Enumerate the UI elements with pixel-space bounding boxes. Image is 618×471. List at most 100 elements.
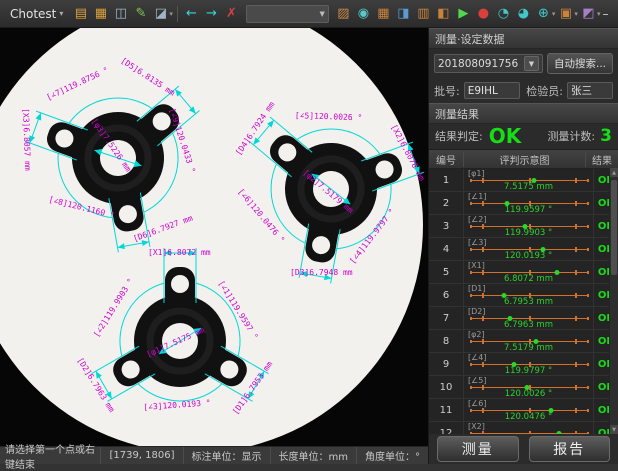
table-scrollbar[interactable]: ▲ ▼ <box>609 168 618 434</box>
panel-buttons: 测量 报告 <box>429 434 618 464</box>
row-number: 6 <box>429 284 464 306</box>
dataset-select[interactable]: 201808091756 ▼ <box>434 54 543 73</box>
table-row[interactable]: 12[X2]OK <box>429 422 618 434</box>
measurement-canvas[interactable]: [D5]6.8135 mm[∠7]119.8756 °[∠9]120.0433 … <box>0 28 428 446</box>
tolerance-bar <box>470 410 587 411</box>
feature-label: [∠1] <box>468 192 487 201</box>
display-icon[interactable]: ◨ <box>394 4 413 23</box>
table-row[interactable]: 9[∠4]119.9797 °OK <box>429 353 618 376</box>
measured-value: 6.7963 mm <box>464 320 593 330</box>
tolerance-bar <box>470 249 587 250</box>
minimize-button[interactable]: – <box>602 8 608 20</box>
dataset-value: 201808091756 <box>438 58 524 70</box>
row-number: 2 <box>429 192 464 214</box>
feature-label: [φ1] <box>468 169 485 178</box>
delete-icon[interactable]: ✗ <box>222 4 241 23</box>
table-row[interactable]: 6[D1]6.7953 mmOK <box>429 284 618 307</box>
table-row[interactable]: 3[∠2]119.9903 °OK <box>429 215 618 238</box>
row-number: 9 <box>429 353 464 375</box>
results-table: 编号 评判示意图 结果 1[φ1]7.5175 mmOK2[∠1]119.959… <box>429 149 618 434</box>
chevron-down-icon[interactable]: ▾ <box>552 10 556 18</box>
edit-icon[interactable]: ✎ <box>131 4 150 23</box>
inspector-label: 检验员: <box>526 83 563 99</box>
judgment-label: 结果判定: <box>435 128 483 144</box>
measure-icon[interactable]: ▥ <box>414 4 433 23</box>
app-menu[interactable]: Chotest ▾ <box>4 5 69 23</box>
tolerance-bar <box>470 226 587 227</box>
play-icon[interactable]: ▶ <box>454 4 473 23</box>
statusbar: 请选择第一个点或右键结束 [1739, 1806] 标注单位：显示 长度单位：m… <box>0 446 428 464</box>
titlebar: Chotest ▾ ▤▦◫✎◪▾←→✗▼▨◉▦◨▥◧▶●◔◕⊕▾▣▾◩▾ –▢× <box>0 0 618 28</box>
table-row[interactable]: 11[∠6]120.0476 °OK <box>429 399 618 422</box>
grid-icon[interactable]: ▦ <box>374 4 393 23</box>
zoom-icon[interactable]: ◉ <box>354 4 373 23</box>
tolerance-diagram: [∠6]120.0476 ° <box>464 399 594 421</box>
feature-label: [D2] <box>468 307 486 316</box>
chevron-down-icon[interactable]: ▾ <box>169 10 173 18</box>
open-folder-icon[interactable]: ▦ <box>91 4 110 23</box>
annotation-unit[interactable]: 标注单位：显示 <box>183 447 270 464</box>
toolbar-separator <box>177 6 178 22</box>
tolerance-bar <box>470 364 587 365</box>
save-icon[interactable]: ◫ <box>111 4 130 23</box>
record-icon[interactable]: ● <box>474 4 493 23</box>
toolbar: ▤▦◫✎◪▾←→✗▼▨◉▦◨▥◧▶●◔◕⊕▾▣▾◩▾ <box>71 4 600 23</box>
row-number: 10 <box>429 376 464 398</box>
window-controls: –▢× <box>602 8 618 20</box>
app-title: Chotest <box>10 7 56 21</box>
table-row[interactable]: 7[D2]6.7963 mmOK <box>429 307 618 330</box>
table-row[interactable]: 4[∠3]120.0193 °OK <box>429 238 618 261</box>
table-row[interactable]: 5[X1]6.8072 mmOK <box>429 261 618 284</box>
auto-search-button[interactable]: 自动搜索... <box>547 53 613 74</box>
table-row[interactable]: 2[∠1]119.9597 °OK <box>429 192 618 215</box>
tolerance-bar <box>470 387 587 388</box>
column-header-result: 结果 <box>586 152 618 167</box>
inspector-input[interactable] <box>567 82 613 99</box>
chevron-down-icon: ▾ <box>59 9 63 18</box>
chevron-down-icon[interactable]: ▼ <box>524 56 539 71</box>
measurement-panel: 测量·设定数据 201808091756 ▼ 自动搜索... 批号: 检验员: … <box>428 28 618 464</box>
batch-input[interactable] <box>464 82 520 99</box>
calibrate-icon[interactable]: ⊕ <box>534 4 553 23</box>
view-mode-icon[interactable]: ▣ <box>556 4 575 23</box>
back-icon[interactable]: ← <box>182 4 201 23</box>
measured-value: 119.9597 ° <box>464 205 593 215</box>
settings-icon[interactable]: ◩ <box>579 4 598 23</box>
table-row[interactable]: 8[φ2]7.5179 mmOK <box>429 330 618 353</box>
tolerance-tick <box>470 432 472 434</box>
tolerance-tick <box>529 431 531 434</box>
angle-unit[interactable]: 角度单位：° <box>356 447 428 464</box>
scrollbar-thumb[interactable] <box>611 180 617 275</box>
tolerance-diagram: [∠2]119.9903 ° <box>464 215 594 237</box>
feature-label: [X1] <box>468 261 485 270</box>
results-table-body: 1[φ1]7.5175 mmOK2[∠1]119.9597 °OK3[∠2]11… <box>429 169 618 434</box>
feature-label: [φ2] <box>468 330 485 339</box>
tolerance-bar <box>470 341 587 342</box>
measure-button[interactable]: 测量 <box>437 436 519 462</box>
table-row[interactable]: 10[∠5]120.0026 °OK <box>429 376 618 399</box>
count-label: 测量计数: <box>547 128 595 144</box>
scroll-up-icon[interactable]: ▲ <box>610 168 618 177</box>
chevron-down-icon[interactable]: ▾ <box>574 10 578 18</box>
cursor-coordinates: [1739, 1806] <box>100 447 182 464</box>
length-unit[interactable]: 长度单位：mm <box>270 447 356 464</box>
report-button[interactable]: 报告 <box>529 436 611 462</box>
new-file-icon[interactable]: ▤ <box>71 4 90 23</box>
layout-icon[interactable]: ◧ <box>434 4 453 23</box>
save-as-icon[interactable]: ◪ <box>151 4 170 23</box>
forward-icon[interactable]: → <box>202 4 221 23</box>
measured-value: 120.0026 ° <box>464 389 593 399</box>
fields-row: 批号: 检验员: <box>429 78 618 103</box>
image-icon[interactable]: ▨ <box>334 4 353 23</box>
scroll-down-icon[interactable]: ▼ <box>610 425 618 434</box>
row-number: 4 <box>429 238 464 260</box>
magnification-combobox[interactable]: ▼ <box>246 5 329 23</box>
rotate-tool-icon[interactable]: ◕ <box>514 4 533 23</box>
feature-label: [D1] <box>468 284 486 293</box>
tolerance-diagram: [X1]6.8072 mm <box>464 261 594 283</box>
data-section-header: 测量·设定数据 <box>429 28 618 49</box>
select-tool-icon[interactable]: ◔ <box>494 4 513 23</box>
row-number: 5 <box>429 261 464 283</box>
chevron-down-icon[interactable]: ▾ <box>597 10 601 18</box>
table-row[interactable]: 1[φ1]7.5175 mmOK <box>429 169 618 192</box>
